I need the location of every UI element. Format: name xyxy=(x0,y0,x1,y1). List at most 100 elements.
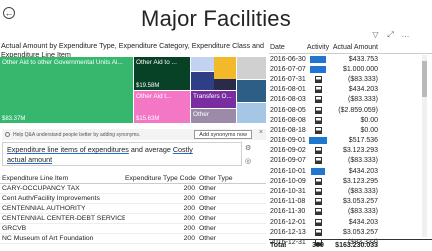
table-cell: Other xyxy=(199,225,216,232)
activity-icon xyxy=(314,147,322,155)
expenditure-table: Expenditure Line Item Expenditure Type C… xyxy=(0,173,266,244)
activity-icon xyxy=(314,106,322,114)
table-cell: Cent Auth/Facility Improvements xyxy=(2,195,100,202)
column-header[interactable]: Date xyxy=(269,44,306,51)
qna-query-part: expenditures xyxy=(87,145,129,154)
add-synonyms-button[interactable]: Add synonyms now xyxy=(194,130,252,139)
table-row[interactable]: Cent Auth/Facility Improvements 200 Other xyxy=(0,194,266,204)
table-row[interactable]: GRCVB 200 Other xyxy=(0,224,266,234)
treemap-tile[interactable]: Transfers O... xyxy=(191,91,236,108)
table-cell: 200 xyxy=(183,215,195,222)
date-cell: 2016-08-05 xyxy=(270,106,306,114)
date-cell: 2016-08-03 xyxy=(270,96,306,104)
activity-cell xyxy=(306,218,330,226)
treemap-tile[interactable]: Other Aid t... $15.63M xyxy=(134,91,190,123)
table-row[interactable]: NC Museum of Art Foundation 200 Other xyxy=(0,234,266,244)
table-row[interactable]: 2016-12-13 $3.053.257 xyxy=(269,227,432,237)
treemap-tile[interactable] xyxy=(237,103,266,123)
table-row[interactable]: 2016-10-01 $434.203 xyxy=(269,166,432,176)
table-cell: CENTENNIAL AUTHORITY xyxy=(2,205,86,212)
activity-icon xyxy=(314,208,322,216)
table-cell: 200 xyxy=(183,235,195,242)
table-body: 2016-06-30 $433.753 2016-07-07 $1.000.000 20… xyxy=(269,54,432,248)
amount-cell: $517.536 xyxy=(348,137,378,145)
table-cell: Other xyxy=(199,215,216,222)
treemap-tile[interactable] xyxy=(214,79,236,90)
treemap-tile[interactable] xyxy=(214,57,236,79)
focus-mode-icon[interactable]: ⤢ xyxy=(386,30,395,39)
qna-help-bar: Help Q&A understand people better by add… xyxy=(2,129,266,140)
more-options-icon[interactable]: … xyxy=(401,30,410,39)
activity-cell xyxy=(306,86,330,94)
date-cell: 2016-08-08 xyxy=(270,116,306,124)
table-row[interactable]: 2016-08-05 ($2.859.059) xyxy=(269,105,432,115)
table-cell: Other xyxy=(199,185,216,192)
column-header[interactable]: Expenditure Type Code xyxy=(125,175,197,182)
date-cell: 2016-11-08 xyxy=(270,198,306,206)
scrollbar-thumb[interactable] xyxy=(422,61,427,97)
table-row[interactable]: CARY-OCCUPANCY TAX 200 Other xyxy=(0,184,266,194)
table-row[interactable]: 2016-08-01 $434.203 xyxy=(269,85,432,95)
treemap-tile[interactable] xyxy=(191,57,214,71)
table-row[interactable]: 2016-09-07 ($83.333) xyxy=(269,156,432,166)
treemap-tile[interactable]: Other Aid to other Governmental Units Ai… xyxy=(0,57,133,123)
table-row[interactable]: CENTENNIAL CENTER-DEBT SERVICE 200 Other xyxy=(0,214,266,224)
treemap-tile[interactable] xyxy=(237,57,266,79)
settings-icon[interactable]: ⚙ xyxy=(245,144,251,152)
amount-cell: ($83.333) xyxy=(348,75,378,83)
treemap-tile[interactable] xyxy=(237,80,266,102)
tile-value: $83.37M xyxy=(2,116,26,122)
activity-cell xyxy=(306,198,330,206)
date-cell: 2016-09-07 xyxy=(270,157,306,165)
table-header: Date Activity Actual Amount xyxy=(269,41,432,54)
table-cell: GRCVB xyxy=(2,225,27,232)
scrollbar[interactable] xyxy=(422,55,427,237)
table-cell: Other xyxy=(199,205,216,212)
column-header[interactable]: Other Type xyxy=(197,175,266,182)
date-cell: 2016-10-01 xyxy=(270,167,306,175)
table-row[interactable]: 2016-09-01 $517.536 xyxy=(269,136,432,146)
column-header[interactable]: Expenditure Line Item xyxy=(0,175,125,182)
column-header[interactable]: Actual Amount xyxy=(330,44,380,51)
activity-cell xyxy=(306,75,330,83)
activity-icon xyxy=(314,188,322,196)
table-row[interactable]: CENTENNIAL AUTHORITY 200 Other xyxy=(0,204,266,214)
activity-bar xyxy=(309,137,327,145)
filter-icon[interactable]: ▽ xyxy=(371,30,380,39)
close-icon[interactable]: × xyxy=(259,129,263,136)
pin-icon[interactable]: ◎ xyxy=(245,157,251,165)
activity-cell xyxy=(306,106,330,114)
table-cell: 200 xyxy=(183,195,195,202)
tile-label: Other Aid to ... xyxy=(136,59,177,66)
qna-query-part: actual amount xyxy=(7,155,53,164)
total-amount: $163.230.033 xyxy=(335,242,378,249)
table-row[interactable]: 2016-11-08 $3.053.257 xyxy=(269,197,432,207)
qna-question-input[interactable]: Expenditure line items of expenditures a… xyxy=(2,142,242,166)
table-row[interactable]: 2016-08-08 $0.00 xyxy=(269,115,432,125)
amount-cell: ($83.333) xyxy=(348,208,378,216)
treemap-tile[interactable]: Other Aid to ... $19.58M xyxy=(134,57,190,90)
total-label: Total xyxy=(270,242,287,249)
table-row[interactable]: 2016-11-30 ($83.333) xyxy=(269,207,432,217)
date-cell: 2016-09-02 xyxy=(270,147,306,155)
treemap-tile[interactable]: Other xyxy=(191,109,236,123)
table-row[interactable]: 2016-07-07 $1.000.000 xyxy=(269,64,432,74)
table-row[interactable]: 2016-08-03 ($83.333) xyxy=(269,95,432,105)
amount-cell: $0.00 xyxy=(360,116,378,124)
table-row[interactable]: 2016-10-31 ($83.333) xyxy=(269,186,432,196)
column-header[interactable]: Activity xyxy=(306,44,330,51)
table-row[interactable]: 2016-12-01 $434.203 xyxy=(269,217,432,227)
date-cell: 2016-09-01 xyxy=(270,137,306,145)
table-row[interactable]: 2016-07-31 ($83.333) xyxy=(269,74,432,84)
table-row[interactable]: 2016-10-09 $3.123.295 xyxy=(269,176,432,186)
page-title: Major Facilities xyxy=(141,6,291,31)
table-cell: 200 xyxy=(183,185,195,192)
table-row[interactable]: 2016-08-18 $0.00 xyxy=(269,125,432,135)
date-cell: 2016-11-30 xyxy=(270,208,306,216)
table-row[interactable]: 2016-09-02 $3.123.293 xyxy=(269,146,432,156)
table-row[interactable]: 2016-06-30 $433.753 xyxy=(269,54,432,64)
info-icon xyxy=(5,132,10,137)
amount-cell: ($83.333) xyxy=(348,96,378,104)
amount-cell: ($83.333) xyxy=(348,157,378,165)
treemap-tile[interactable] xyxy=(191,72,214,90)
